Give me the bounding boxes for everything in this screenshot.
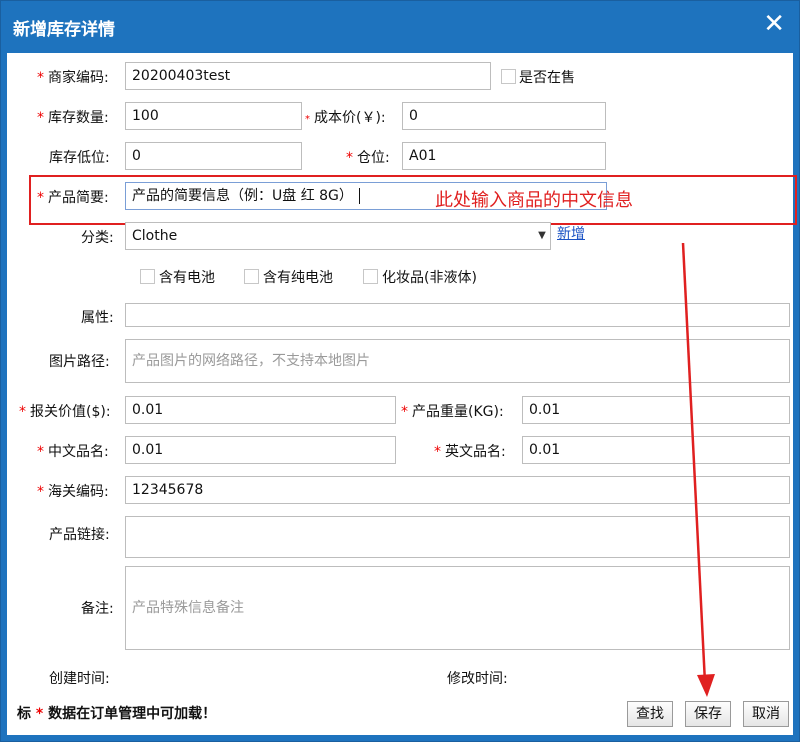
warehouse-input[interactable]: A01: [402, 142, 606, 170]
footer-note: 标 * 数据在订单管理中可加载！: [17, 706, 217, 722]
battery-checkbox[interactable]: [140, 269, 155, 284]
pure-battery-checkbox[interactable]: [244, 269, 259, 284]
modified-time-label: 修改时间:: [447, 671, 508, 687]
title-bar[interactable]: 新增库存详情 ✕: [1, 1, 799, 53]
cancel-button[interactable]: 取消: [743, 701, 789, 727]
weight-input[interactable]: 0.01: [522, 396, 790, 424]
en-name-label: * 英文品名:: [434, 444, 506, 460]
search-button[interactable]: 查找: [627, 701, 673, 727]
stock-qty-label: * 库存数量:: [37, 110, 109, 126]
image-path-label: 图片路径:: [49, 354, 110, 370]
cn-name-label: * 中文品名:: [37, 444, 109, 460]
stock-low-label: 库存低位:: [49, 150, 110, 166]
attr-label: 属性:: [81, 310, 114, 326]
hs-code-input[interactable]: 12345678: [125, 476, 790, 504]
created-time-label: 创建时间:: [49, 671, 110, 687]
cost-label: * 成本价(￥):: [305, 110, 386, 126]
on-sale-label: 是否在售: [519, 70, 575, 86]
product-link-label: 产品链接:: [49, 527, 110, 543]
attr-input[interactable]: [125, 303, 790, 327]
cosmetics-checkbox[interactable]: [363, 269, 378, 284]
annotation-text: 此处输入商品的中文信息: [435, 190, 633, 211]
cost-input[interactable]: 0: [402, 102, 606, 130]
weight-label: * 产品重量(KG):: [401, 404, 504, 420]
declared-value-input[interactable]: 0.01: [125, 396, 396, 424]
dialog-window: 新增库存详情 ✕ * 商家编码: 20200403test 是否在售 * 库存数量:…: [0, 0, 800, 742]
add-category-link[interactable]: 新增: [557, 223, 585, 243]
product-link-input[interactable]: [125, 516, 790, 558]
on-sale-checkbox[interactable]: [501, 69, 516, 84]
close-icon[interactable]: ✕: [763, 11, 785, 37]
remark-textarea[interactable]: 产品特殊信息备注: [125, 566, 790, 650]
dialog-title: 新增库存详情: [13, 20, 115, 40]
stock-low-input[interactable]: 0: [125, 142, 302, 170]
pure-battery-label: 含有纯电池: [263, 270, 333, 286]
save-button[interactable]: 保存: [685, 701, 731, 727]
chevron-down-icon[interactable]: ▼: [537, 223, 547, 249]
warehouse-label: * 仓位:: [346, 150, 390, 166]
sku-label: * 商家编码:: [37, 70, 109, 86]
category-label: 分类:: [81, 230, 114, 246]
hs-code-label: * 海关编码:: [37, 484, 109, 500]
stock-qty-input[interactable]: 100: [125, 102, 302, 130]
en-name-input[interactable]: 0.01: [522, 436, 790, 464]
cosmetics-label: 化妆品(非液体): [382, 270, 477, 286]
summary-label: * 产品简要:: [37, 190, 109, 206]
form-body: * 商家编码: 20200403test 是否在售 * 库存数量: 100 * 成本价…: [7, 53, 797, 735]
cn-name-input[interactable]: 0.01: [125, 436, 396, 464]
battery-label: 含有电池: [159, 270, 215, 286]
sku-input[interactable]: 20200403test: [125, 62, 491, 90]
remark-label: 备注:: [81, 601, 114, 617]
category-select[interactable]: Clothe: [125, 222, 551, 250]
image-path-input[interactable]: 产品图片的网络路径，不支持本地图片: [125, 339, 790, 383]
declared-value-label: * 报关价值($):: [19, 404, 111, 420]
